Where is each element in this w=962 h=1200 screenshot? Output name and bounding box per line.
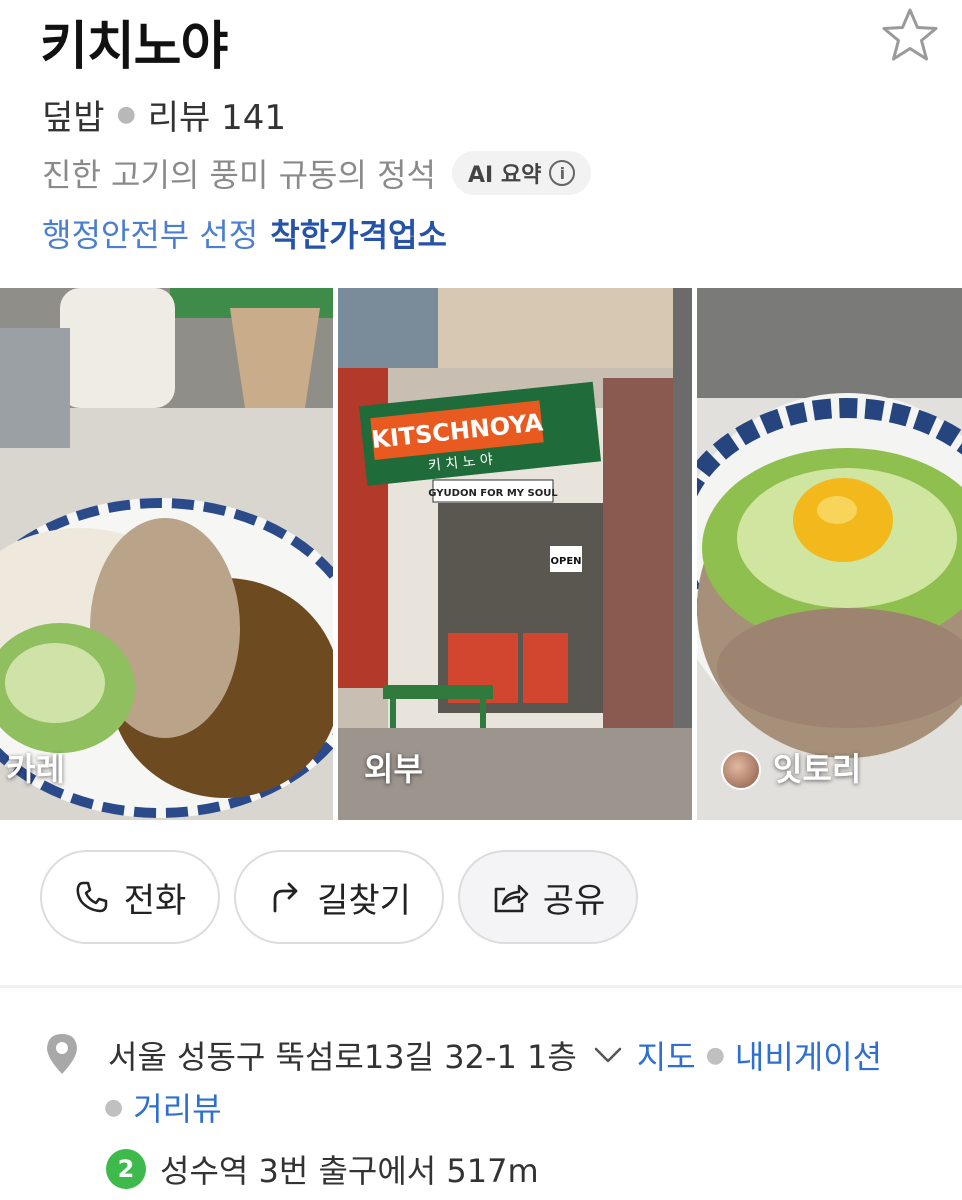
directions-arrow-icon bbox=[273, 882, 298, 913]
share-button[interactable]: 공유 bbox=[458, 850, 638, 944]
separator-dot: ● bbox=[104, 1094, 124, 1120]
ai-summary-label: AI 요약 bbox=[467, 163, 542, 188]
share-icon bbox=[494, 884, 528, 913]
photo-gyudon[interactable]: 잇토리 bbox=[697, 288, 962, 820]
photo-label: 외부 bbox=[364, 750, 423, 788]
summary-row: 진한 고기의 풍미 규동의 정석 AI 요약 i bbox=[42, 150, 592, 196]
banner-text: GYUDON FOR MY SOUL bbox=[428, 488, 558, 499]
ai-summary-badge[interactable]: AI 요약 i bbox=[451, 151, 592, 195]
open-sign: OPEN bbox=[550, 556, 581, 567]
separator-dot: ● bbox=[116, 102, 136, 127]
subway-info: 2 성수역 3번 출구에서 517m bbox=[106, 1146, 539, 1192]
call-label: 전화 bbox=[123, 880, 187, 921]
directions-label: 길찾기 bbox=[317, 880, 411, 921]
photo-curry[interactable]: 카레 bbox=[0, 288, 333, 820]
chevron-down-icon[interactable] bbox=[593, 1045, 623, 1065]
review-count-link[interactable]: 리뷰 141 bbox=[148, 90, 286, 139]
subway-line-badge: 2 bbox=[106, 1149, 146, 1189]
ai-summary-text: 진한 고기의 풍미 규동의 정석 bbox=[42, 156, 436, 194]
photo-label: 잇토리 bbox=[773, 750, 862, 788]
section-divider bbox=[0, 985, 962, 988]
address-row: 서울 성동구 뚝섬로13길 32-1 1층 지도 ● 내비게이션 bbox=[108, 1032, 882, 1078]
good-price-badge[interactable]: 착한가격업소 bbox=[270, 210, 447, 256]
user-avatar bbox=[721, 750, 761, 790]
place-title: 키치노야 bbox=[40, 17, 228, 77]
map-link[interactable]: 지도 bbox=[637, 1032, 696, 1078]
gov-prefix: 행정안전부 선정 bbox=[42, 216, 259, 254]
photo-gallery: 카레 KITSCHNOYA 키 치 노 야 GYUDON FOR MY SOUL bbox=[0, 288, 962, 820]
gov-certification: 행정안전부 선정 착한가격업소 bbox=[42, 210, 447, 256]
place-meta: 덮밥 ● 리뷰 141 bbox=[42, 90, 286, 139]
directions-button[interactable]: 길찾기 bbox=[234, 850, 444, 944]
navigation-link[interactable]: 내비게이션 bbox=[735, 1032, 882, 1078]
category-label: 덮밥 bbox=[42, 98, 105, 138]
favorite-star-icon[interactable] bbox=[878, 4, 942, 68]
curry-photo-image bbox=[0, 288, 333, 820]
location-pin-icon bbox=[47, 1034, 77, 1074]
info-icon[interactable]: i bbox=[549, 160, 576, 186]
address-text[interactable]: 서울 성동구 뚝섬로13길 32-1 1층 bbox=[108, 1032, 577, 1078]
share-label: 공유 bbox=[542, 880, 606, 921]
action-buttons: 전화 길찾기 공유 bbox=[40, 850, 638, 944]
street-view-link[interactable]: 거리뷰 bbox=[133, 1084, 221, 1130]
subway-text: 성수역 3번 출구에서 517m bbox=[160, 1152, 539, 1190]
photo-label: 카레 bbox=[6, 750, 65, 788]
photo-exterior[interactable]: KITSCHNOYA 키 치 노 야 GYUDON FOR MY SOUL OP… bbox=[338, 288, 692, 820]
separator-dot: ● bbox=[705, 1042, 725, 1068]
exterior-photo-image: KITSCHNOYA 키 치 노 야 GYUDON FOR MY SOUL OP… bbox=[338, 288, 692, 820]
gyudon-photo-image bbox=[697, 288, 962, 820]
phone-icon bbox=[76, 881, 107, 913]
call-button[interactable]: 전화 bbox=[40, 850, 220, 944]
address-row-2: ● 거리뷰 bbox=[104, 1084, 222, 1130]
